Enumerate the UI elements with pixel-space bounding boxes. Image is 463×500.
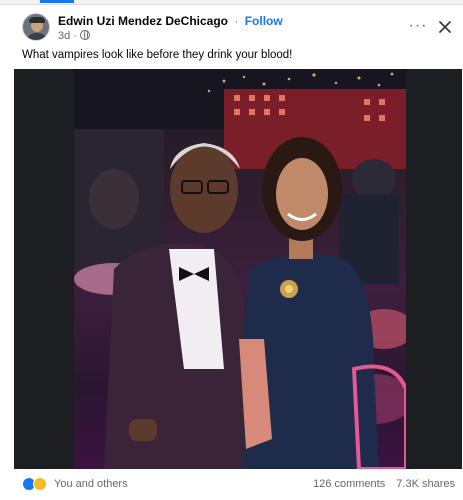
author-line: Edwin Uzi Mendez DeChicago · Follow xyxy=(58,14,283,28)
author-name[interactable]: Edwin Uzi Mendez DeChicago xyxy=(58,14,228,28)
globe-icon xyxy=(80,30,91,40)
post-timestamp[interactable]: 3d · xyxy=(58,30,77,42)
comments-count[interactable]: 126 comments xyxy=(313,478,385,490)
author-avatar[interactable] xyxy=(22,13,50,41)
more-horizontal-icon: ··· xyxy=(408,17,428,34)
reactions-label[interactable]: You and others xyxy=(54,478,128,490)
close-button[interactable] xyxy=(435,17,455,37)
photo-illustration xyxy=(74,69,406,469)
separator-dot: · xyxy=(234,14,239,28)
post-header: Edwin Uzi Mendez DeChicago · Follow 3d ·… xyxy=(22,13,458,47)
post-meta: 3d · xyxy=(58,30,91,42)
post-photo[interactable] xyxy=(74,69,406,469)
close-icon xyxy=(439,21,451,33)
post-text: What vampires look like before they drin… xyxy=(22,49,293,61)
post-card: Edwin Uzi Mendez DeChicago · Follow 3d ·… xyxy=(0,4,463,500)
follow-button[interactable]: Follow xyxy=(245,14,283,28)
active-tab-indicator xyxy=(40,0,74,3)
post-photo-frame[interactable] xyxy=(14,69,462,469)
care-icon xyxy=(33,477,47,491)
engagement-counts: 126 comments 7.3K shares xyxy=(313,478,455,490)
shares-count[interactable]: 7.3K shares xyxy=(396,478,455,490)
more-options-button[interactable]: ··· xyxy=(408,18,428,35)
